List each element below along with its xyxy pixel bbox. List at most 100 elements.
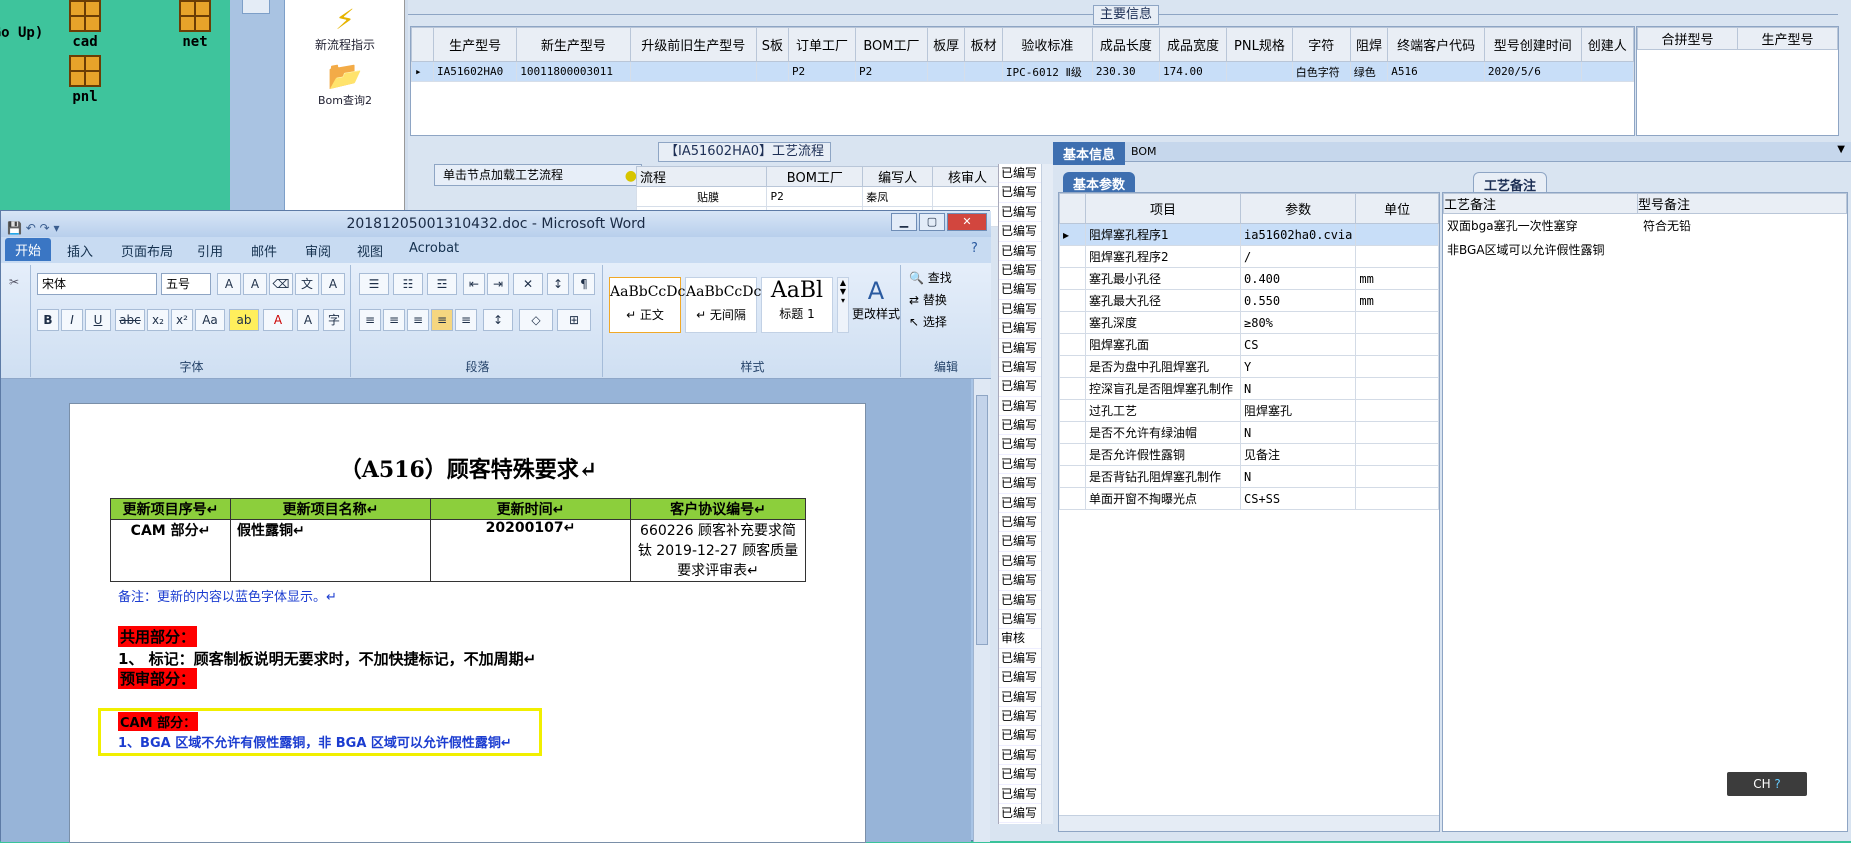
col-header[interactable]: BOM工厂 — [855, 27, 928, 62]
clipboard-icon[interactable]: ✂ — [9, 275, 19, 289]
param-value[interactable]: 0.400 — [1239, 267, 1357, 290]
col-header[interactable]: 生产型号 — [432, 27, 518, 62]
tab-layout[interactable]: 页面布局 — [121, 241, 173, 260]
col-header[interactable]: 型号备注 — [1637, 193, 1847, 214]
col-header[interactable]: 创建人 — [1580, 27, 1635, 62]
change-styles-button[interactable]: A 更改样式 — [851, 277, 901, 322]
table-row[interactable]: ▸ IA51602HA0 10011800003011 P2 P2 IPC-60… — [411, 61, 1635, 82]
process-scrollbar[interactable] — [1041, 164, 1053, 824]
highlight-button[interactable]: ab — [229, 309, 259, 331]
decrease-indent-button[interactable]: ⇤ — [463, 273, 485, 295]
new-process-button[interactable]: ⚡ 新流程指示 — [285, 4, 405, 53]
table-row[interactable]: 阻焊塞孔面 CS — [1059, 333, 1439, 356]
grow-font-button[interactable]: A — [217, 273, 241, 295]
table-row[interactable]: 是否允许假性露铜 见备注 — [1059, 443, 1439, 466]
param-value[interactable]: / — [1239, 245, 1357, 268]
load-process-tooltip[interactable]: 单击节点加载工艺流程 ● — [434, 164, 642, 186]
table-row[interactable]: 单面开窗不掏曝光点 CS+SS — [1059, 487, 1439, 510]
char-shading-button[interactable]: A — [297, 309, 319, 331]
minimize-button[interactable]: ▁ — [891, 213, 917, 231]
select-button[interactable]: ↖ 选择 — [909, 313, 947, 330]
col-header[interactable]: 成品长度 — [1091, 27, 1160, 62]
sidebar-tool-icon[interactable] — [242, 0, 270, 14]
superscript-button[interactable]: x² — [171, 309, 193, 331]
word-titlebar[interactable]: 💾 ↶ ↷ ▾ 20181205001310432.doc - Microsof… — [1, 211, 991, 237]
clear-format-button[interactable]: ⌫ — [269, 273, 293, 295]
help-icon[interactable]: ? — [971, 241, 978, 256]
shrink-font-button[interactable]: A — [243, 273, 267, 295]
tab-insert[interactable]: 插入 — [67, 241, 93, 260]
style-no-spacing[interactable]: AaBbCcDc ↵ 无间隔 — [685, 277, 761, 333]
col-header[interactable]: S板 — [755, 27, 789, 62]
italic-button[interactable]: I — [61, 309, 83, 331]
underline-button[interactable]: U — [85, 309, 111, 331]
table-row[interactable]: 阻焊塞孔程序2/ — [1059, 245, 1439, 268]
style-heading1[interactable]: AaBl 标题 1 — [761, 277, 833, 333]
bold-button[interactable]: B — [37, 309, 59, 331]
help-icon[interactable]: ? — [1774, 777, 1780, 791]
strikethrough-button[interactable]: abc — [115, 309, 145, 331]
param-value[interactable]: ia51602ha0.cvia — [1239, 223, 1357, 246]
table-row[interactable]: 是否背钻孔阻焊塞孔制作 N — [1059, 465, 1439, 488]
table-row[interactable]: 是否不允许有绿油帽 N — [1059, 421, 1439, 444]
justify-button[interactable]: ≡ — [431, 309, 453, 331]
col-header[interactable]: 终端客户代码 — [1387, 27, 1485, 62]
param-value[interactable]: Y — [1239, 355, 1357, 378]
table-row[interactable]: 塞孔最小孔径 0.400 mm — [1059, 267, 1439, 290]
doc-vscrollbar[interactable] — [973, 379, 990, 842]
col-header[interactable]: BOM工厂 — [766, 166, 864, 187]
col-header[interactable]: 单位 — [1355, 193, 1439, 224]
tab-mailings[interactable]: 邮件 — [251, 241, 277, 260]
style-normal[interactable]: AaBbCcDc ↵ 正文 — [609, 277, 685, 333]
col-header[interactable]: 板材 — [964, 27, 1003, 62]
font-color-button[interactable]: A — [263, 309, 293, 331]
tab-review[interactable]: 审阅 — [305, 241, 331, 260]
desktop-icon-pnl[interactable]: pnl — [45, 55, 125, 105]
col-header[interactable]: 工艺备注 — [1443, 193, 1638, 214]
enclose-char-button[interactable]: 字 — [323, 309, 345, 331]
chinese-layout-button[interactable]: ✕ — [513, 273, 543, 295]
tab-acrobat[interactable]: Acrobat — [409, 241, 459, 256]
styles-scroll[interactable]: ▲ ▼ ▾ — [837, 277, 849, 333]
replace-button[interactable]: ⇄ 替换 — [909, 291, 947, 308]
bom-query-button[interactable]: 📂 Bom查询2 — [285, 60, 405, 108]
param-value[interactable]: N — [1239, 377, 1357, 400]
param-value[interactable]: CS+SS — [1239, 487, 1357, 510]
scroll-thumb[interactable] — [976, 395, 988, 645]
table-row[interactable]: 塞孔最大孔径 0.550 mm — [1059, 289, 1439, 312]
table-row[interactable]: 过孔工艺 阻焊塞孔 — [1059, 399, 1439, 422]
increase-indent-button[interactable]: ⇥ — [487, 273, 509, 295]
tab-home[interactable]: 开始 — [5, 238, 52, 261]
shading-button[interactable]: ◇ — [519, 309, 553, 331]
col-header[interactable]: 型号创建时间 — [1483, 27, 1582, 62]
param-value[interactable]: N — [1239, 421, 1357, 444]
col-header[interactable]: 阻焊 — [1349, 27, 1389, 62]
close-button[interactable]: ✕ — [947, 213, 987, 231]
tab-view[interactable]: 视图 — [357, 241, 383, 260]
col-header[interactable]: PNL规格 — [1226, 27, 1293, 62]
font-size-select[interactable]: 五号 — [161, 273, 211, 295]
distribute-button[interactable]: ≡ — [455, 309, 477, 331]
ime-toolbar[interactable]: CH ? — [1727, 772, 1807, 796]
col-header[interactable]: 核审人 — [932, 166, 1003, 187]
document-page[interactable]: （A516）顾客特殊要求↵ 更新项目序号↵ 更新项目名称↵ 更新时间↵ 客户协议… — [69, 403, 866, 843]
col-header[interactable]: 升级前旧生产型号 — [629, 27, 757, 62]
borders-button[interactable]: ⊞ — [557, 309, 591, 331]
param-value[interactable]: N — [1239, 465, 1357, 488]
tab-basic-info[interactable]: 基本信息 — [1053, 142, 1126, 165]
phonetic-button[interactable]: 文 — [295, 273, 319, 295]
change-case-button[interactable]: Aa — [195, 309, 225, 331]
table-row[interactable]: 塞孔深度 ≥80% — [1059, 311, 1439, 334]
col-header[interactable]: 合拼型号 — [1637, 27, 1738, 50]
align-left-button[interactable]: ≡ — [359, 309, 381, 331]
col-header[interactable]: 参数 — [1239, 193, 1357, 224]
table-row[interactable]: 是否为盘中孔阻焊塞孔 Y — [1059, 355, 1439, 378]
desktop-icon-net[interactable]: net — [155, 0, 235, 50]
col-header[interactable]: 字符 — [1291, 27, 1351, 62]
param-value[interactable]: 阻焊塞孔 — [1239, 399, 1357, 422]
param-value[interactable]: 0.550 — [1239, 289, 1357, 312]
chevron-down-icon[interactable]: ▼ — [1837, 144, 1845, 155]
col-header[interactable]: 流程 — [635, 166, 768, 187]
param-hscrollbar[interactable] — [1059, 815, 1439, 831]
table-row[interactable]: 贴膜 P2 秦凤 — [635, 186, 1054, 207]
